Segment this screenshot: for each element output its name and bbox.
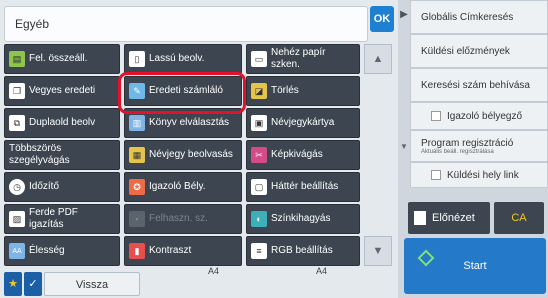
function-button-stack[interactable]: ▤ Fel. összeáll.	[4, 44, 120, 74]
rgb-icon: ≡	[251, 243, 267, 259]
bottom-bar: ★ ✓ Vissza	[0, 272, 142, 298]
contact-scan-icon: ▦	[129, 147, 145, 163]
stamp-icon: ✪	[129, 179, 145, 195]
checkbox-icon	[431, 169, 441, 180]
function-label: Kontraszt	[149, 245, 192, 256]
function-button-background[interactable]: ▢ Háttér beállítás	[246, 172, 360, 202]
contrast-icon: ▮	[129, 243, 145, 259]
side-item-verification-stamp[interactable]: Igazoló bélyegző	[410, 102, 548, 130]
function-label: Könyv elválasztás	[149, 117, 230, 128]
function-label: Képkivágás	[271, 149, 323, 160]
user-count-icon: ▪	[129, 211, 145, 227]
preview-button[interactable]: Előnézet	[408, 202, 490, 234]
check-icon: ✓	[28, 278, 38, 290]
preview-icon	[414, 211, 426, 225]
function-label: Időzítő	[29, 181, 60, 192]
sharpness-icon: AA	[9, 243, 25, 259]
business-card-icon: ▣	[251, 115, 267, 131]
ok-button[interactable]: OK	[370, 6, 394, 32]
function-button-crop[interactable]: ✂ Képkivágás	[246, 140, 360, 170]
scroll-down-icon[interactable]: ▼	[364, 236, 392, 266]
function-label: Nehéz papír szken.	[271, 47, 326, 70]
side-scroll-down-icon[interactable]: ▼	[398, 134, 410, 160]
paper-size-left: A4	[208, 266, 220, 276]
function-label: Ferde PDF igazítás	[29, 207, 78, 230]
function-label: Igazoló Bély.	[149, 181, 206, 192]
crop-icon: ✂	[251, 147, 267, 163]
function-button-contact-scan[interactable]: ▦ Névjegy beolvasás	[124, 140, 242, 170]
function-label: Névjegykártya	[271, 117, 335, 128]
function-button-business-card[interactable]: ▣ Névjegykártya	[246, 108, 360, 138]
side-item-recall-search-number[interactable]: Keresési szám behívása	[410, 68, 548, 102]
function-button-user-count: ▪ Felhaszn. sz.	[124, 204, 242, 234]
function-button-timer[interactable]: ◷ Időzítő	[4, 172, 120, 202]
selection-highlight	[118, 72, 246, 114]
start-button[interactable]: Start	[404, 238, 546, 294]
clear-all-button[interactable]: CA	[494, 202, 544, 234]
function-label: Háttér beállítás	[271, 181, 339, 192]
function-label: Színkihagyás	[271, 213, 331, 224]
function-button-heavy-paper[interactable]: ▭ Nehéz papír szken.	[246, 44, 360, 74]
function-button-pdf-skew[interactable]: ▨ Ferde PDF igazítás	[4, 204, 120, 234]
function-button-mixed-originals[interactable]: ❐ Vegyes eredeti	[4, 76, 120, 106]
side-item-send-link[interactable]: Küldési hely link	[410, 162, 548, 188]
side-item-sublabel: Aktuális beáll. regisztrálása	[421, 148, 494, 155]
checkbox-icon	[431, 110, 441, 121]
start-label: Start	[463, 260, 487, 272]
side-item-label: Küldési hely link	[447, 169, 519, 181]
function-button-duplex-scan[interactable]: ⧉ Duplaold beolv	[4, 108, 120, 138]
duplex-icon: ⧉	[9, 115, 25, 131]
function-label: Felhaszn. sz.	[149, 213, 208, 224]
side-panel: Globális Címkeresés Küldési előzmények K…	[410, 0, 548, 188]
eraser-icon: ◪	[251, 83, 267, 99]
side-item-program-register[interactable]: Program regisztráció Aktuális beáll. reg…	[410, 130, 548, 162]
function-panel: Egyéb OK ▤ Fel. összeáll. ▯ Lassú beolv.…	[0, 0, 398, 298]
function-label: Élesség	[29, 245, 65, 256]
page-title: Egyéb	[4, 6, 368, 42]
start-icon	[417, 249, 435, 267]
stack-icon: ▤	[9, 51, 25, 67]
function-button-sharpness[interactable]: AA Élesség	[4, 236, 120, 266]
side-item-label: Küldési előzmények	[421, 45, 510, 57]
function-button-contrast[interactable]: ▮ Kontraszt	[124, 236, 242, 266]
function-label: Lassú beolv.	[149, 53, 205, 64]
function-label: Névjegy beolvasás	[149, 149, 233, 160]
favorite-button[interactable]: ★	[4, 272, 22, 296]
background-icon: ▢	[251, 179, 267, 195]
preview-label: Előnézet	[432, 212, 475, 224]
function-label: Fel. összeáll.	[29, 53, 88, 64]
function-button-rgb[interactable]: ≡ RGB beállítás	[246, 236, 360, 266]
function-label: Vegyes eredeti	[29, 85, 96, 96]
paper-size-row: A4 A4	[150, 266, 368, 280]
function-button-color-drop[interactable]: ◐ Színkihagyás	[246, 204, 360, 234]
paper-icon: ▭	[251, 51, 267, 67]
document-icon: ▯	[129, 51, 145, 67]
function-button-verification-stamp[interactable]: ✪ Igazoló Bély.	[124, 172, 242, 202]
pdf-skew-icon: ▨	[9, 211, 25, 227]
function-label: Többszörös szegélyvágás	[9, 143, 70, 166]
function-button-slow-scan[interactable]: ▯ Lassú beolv.	[124, 44, 242, 74]
color-drop-icon: ◐	[251, 211, 267, 227]
function-label: Duplaold beolv	[29, 117, 96, 128]
function-button-multi-crop[interactable]: Többszörös szegélyvágás	[4, 140, 120, 170]
confirm-button[interactable]: ✓	[24, 272, 42, 296]
scroll-up-icon[interactable]: ▲	[364, 44, 392, 74]
side-item-label: Igazoló bélyegző	[447, 110, 523, 122]
panel-toggle-icon[interactable]: ▶	[398, 0, 410, 30]
side-item-label: Globális Címkeresés	[421, 11, 514, 23]
back-button[interactable]: Vissza	[44, 272, 140, 296]
side-item-label: Program regisztráció	[421, 137, 514, 149]
function-label: RGB beállítás	[271, 245, 333, 256]
mixed-originals-icon: ❐	[9, 83, 25, 99]
side-item-send-history[interactable]: Küldési előzmények	[410, 34, 548, 68]
side-item-global-search[interactable]: Globális Címkeresés	[410, 0, 548, 34]
function-label: Törlés	[271, 85, 299, 96]
side-item-label: Keresési szám behívása	[421, 79, 530, 91]
star-icon: ★	[8, 278, 18, 290]
function-button-erase[interactable]: ◪ Törlés	[246, 76, 360, 106]
paper-size-right: A4	[316, 266, 328, 276]
clock-icon: ◷	[9, 179, 25, 195]
book-icon: ▥	[129, 115, 145, 131]
